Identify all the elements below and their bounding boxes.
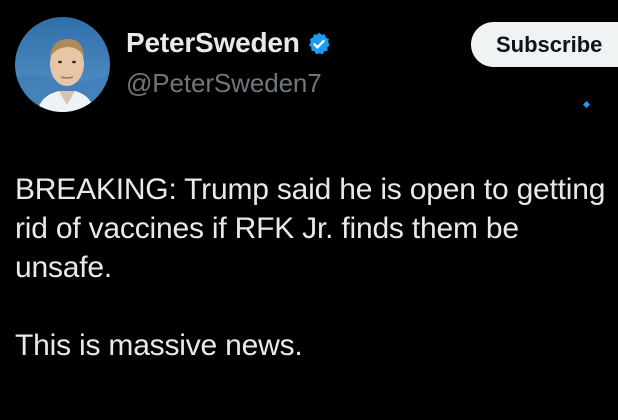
avatar[interactable] <box>15 17 110 112</box>
subscribe-button[interactable]: Subscribe <box>471 22 618 67</box>
notification-dot-icon <box>583 95 590 108</box>
author-name-row[interactable]: PeterSweden <box>126 25 332 61</box>
author-handle[interactable]: @PeterSweden7 <box>126 66 322 100</box>
tweet-paragraph: BREAKING: Trump said he is open to getti… <box>15 173 606 284</box>
verified-badge-icon[interactable] <box>306 31 332 57</box>
tweet-body: BREAKING: Trump said he is open to getti… <box>15 170 615 365</box>
tweet-paragraph: This is massive news. <box>15 329 303 362</box>
display-name[interactable]: PeterSweden <box>126 25 300 61</box>
